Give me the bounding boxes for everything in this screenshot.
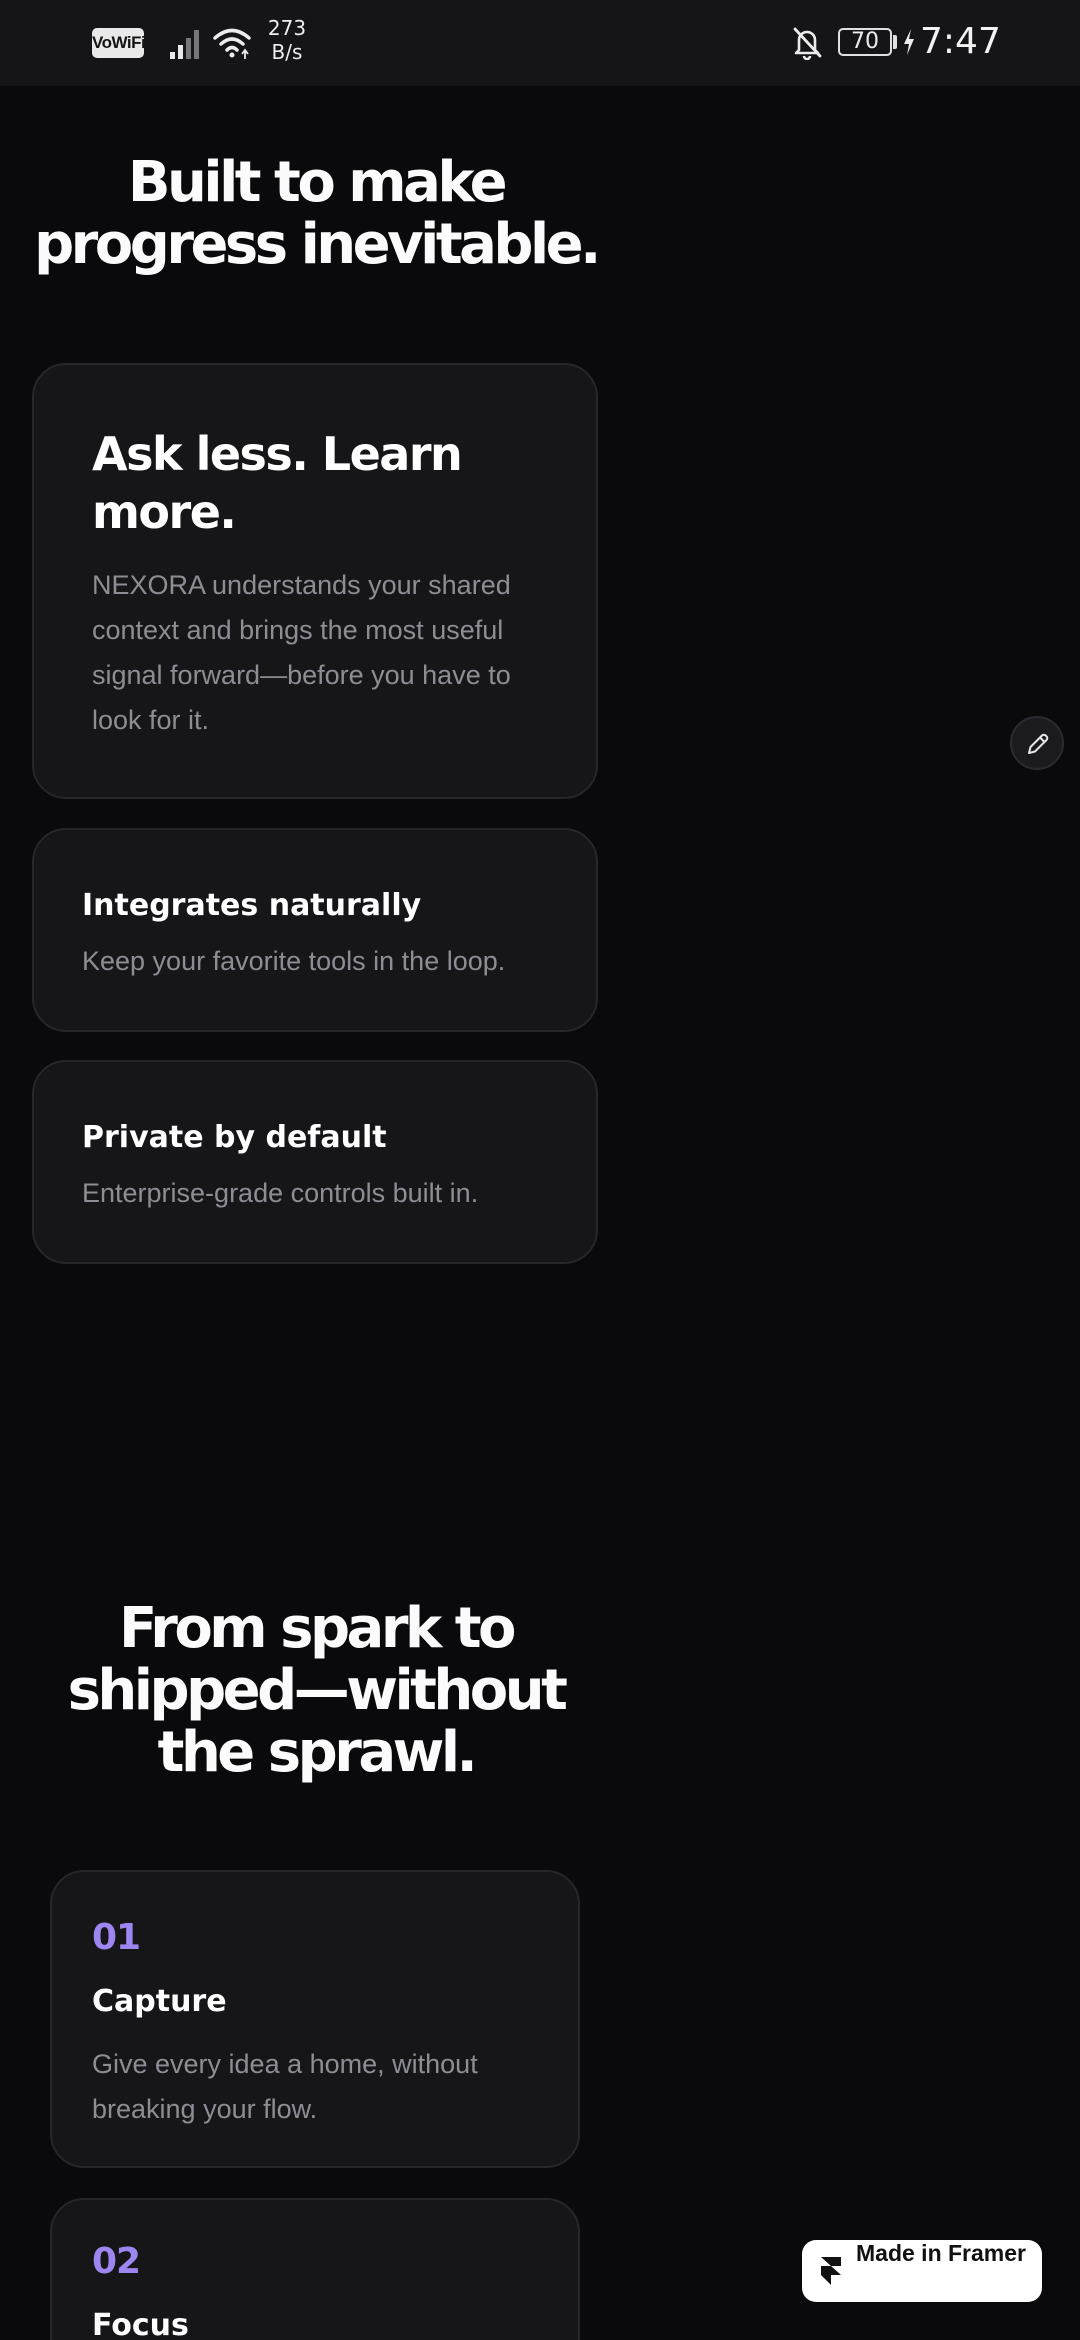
step-card-focus: 02 Focus (50, 2198, 580, 2340)
bell-off-icon (793, 27, 822, 60)
feature-card-privacy: Private by default Enterprise-grade cont… (32, 1060, 598, 1264)
heading-line: From spark to (119, 1596, 516, 1661)
page: VoWiFi 273 B/s 70 7:47 Built to make pro… (0, 0, 1080, 2340)
feature-card-ask-less: Ask less. Learn more. NEXORA understands… (32, 363, 598, 799)
heading-line: progress inevitable. (34, 212, 601, 277)
step-number: 01 (92, 1917, 141, 1958)
network-speed-unit: B/s (271, 40, 303, 64)
section-heading-progress: Built to make progress inevitable. (0, 152, 632, 276)
card-title: Private by default (82, 1120, 387, 1155)
battery-icon: 70 (838, 28, 892, 56)
battery-tip (893, 35, 897, 49)
network-speed: 273 B/s (262, 16, 312, 64)
step-title: Capture (92, 1984, 227, 2019)
step-number: 02 (92, 2241, 141, 2282)
card-text: Enterprise-grade controls built in. (82, 1178, 479, 1208)
edit-button[interactable] (1010, 716, 1064, 770)
heading-line: the sprawl. (157, 1720, 478, 1785)
feature-card-title: Ask less. Learn more. (92, 425, 552, 541)
heading-line: Built to make (127, 150, 508, 215)
charging-icon (904, 29, 914, 55)
card-text: Keep your favorite tools in the loop. (82, 946, 506, 976)
wifi-icon (213, 28, 251, 59)
section-heading-spark: From spark to shipped—without the sprawl… (0, 1598, 632, 1784)
feature-card-title-line: more. (92, 485, 237, 539)
feature-card-text: NEXORA understands your shared context a… (92, 570, 511, 735)
step-title: Focus (92, 2308, 189, 2340)
signal-icon (170, 30, 199, 59)
clock: 7:47 (920, 21, 1001, 62)
vowifi-badge: VoWiFi (92, 28, 146, 58)
made-in-framer-label: Made in Framer (856, 2240, 1026, 2266)
made-in-framer-badge[interactable]: Made in Framer (802, 2240, 1042, 2302)
step-card-capture: 01 Capture Give every idea a home, witho… (50, 1870, 580, 2168)
heading-line: shipped—without (67, 1658, 568, 1723)
feature-card-title-line: Ask less. Learn (92, 427, 463, 481)
framer-logo-icon (821, 2257, 841, 2285)
network-speed-value: 273 (267, 16, 307, 40)
status-bar: VoWiFi 273 B/s 70 7:47 (0, 0, 1080, 86)
pencil-icon (1028, 733, 1049, 754)
feature-card-integrations: Integrates naturally Keep your favorite … (32, 828, 598, 1032)
card-title: Integrates naturally (82, 888, 422, 923)
step-text: Give every idea a home, without breaking… (92, 2049, 478, 2124)
